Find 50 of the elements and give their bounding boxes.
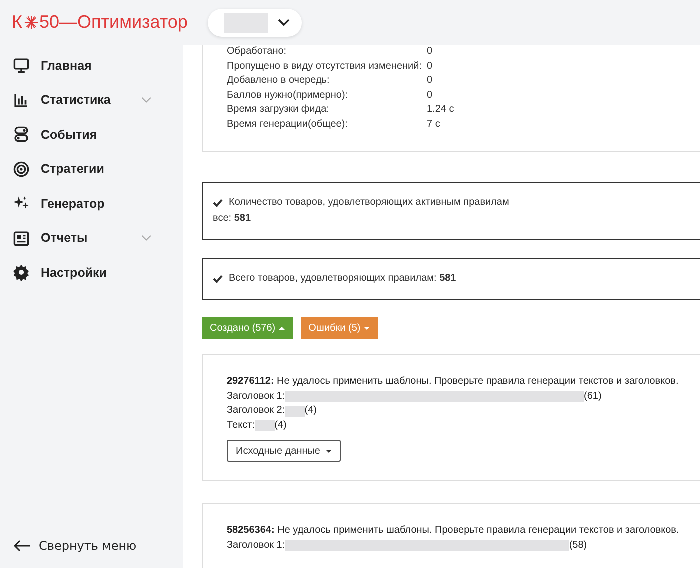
sidebar-item[interactable]: Генератор: [0, 193, 183, 214]
stat-label: Пропущено в виду отсутствия изменений:: [227, 60, 423, 74]
arrow-left-icon: [13, 540, 31, 552]
stat-value: 0: [427, 45, 433, 59]
sidebar-item[interactable]: Главная: [0, 55, 183, 76]
stat-value: 7 с: [427, 118, 440, 132]
char-count: (4): [274, 418, 287, 432]
stat-value: 1.24 с: [427, 103, 454, 117]
check-icon: [213, 199, 223, 207]
field-label: Текст:: [227, 418, 255, 432]
stat-value: 0: [427, 60, 433, 74]
summary-text: Всего товаров, удовлетворяющих правилам: 581: [229, 272, 456, 286]
stat-value: 0: [427, 74, 433, 88]
stat-label: Добавлено в очередь:: [227, 74, 331, 88]
source-data-button[interactable]: Исходные данные: [227, 440, 340, 462]
redacted-value: [285, 406, 305, 417]
summary-text: все: 581: [213, 212, 252, 226]
sidebar-item[interactable]: Статистика: [0, 90, 183, 111]
asterisk-icon: [24, 15, 38, 30]
stat-label: Время генерации(общее):: [227, 118, 349, 132]
logo[interactable]: К 50—Оптимизатор: [12, 12, 188, 33]
error-message: 58256364: Не удалось применить шаблоны. Проверьте правила генерации текстов и заголовков.: [227, 524, 680, 538]
char-count: (4): [304, 404, 317, 418]
toggle-icon: [13, 126, 30, 144]
sidebar-item[interactable]: Стратегии: [0, 158, 183, 180]
sidebar-item[interactable]: Настройки: [0, 262, 183, 284]
chevron-down-icon: [278, 18, 290, 26]
settings-icon: [13, 264, 30, 282]
stat-label: Обработано:: [227, 45, 288, 59]
redacted-value: [254, 420, 275, 432]
monitor-icon: [13, 57, 30, 74]
check-icon: [213, 275, 223, 283]
error-message: 29276112: Не удалось применить шаблоны. Проверьте правила генерации текстов и заголовков.: [227, 375, 680, 389]
field-label: Заголовок 1:: [227, 538, 286, 552]
collapse-menu-link[interactable]: Свернуть меню: [0, 539, 183, 553]
project-dropdown[interactable]: [208, 8, 302, 36]
field-label: Заголовок 2:: [227, 404, 286, 418]
bar-chart-icon: [13, 92, 30, 109]
stat-label: Баллов нужно(примерно):: [227, 88, 350, 102]
sidebar-item[interactable]: События: [0, 124, 183, 146]
stat-label: Время загрузки фида:: [227, 103, 330, 117]
redacted-value: [224, 12, 268, 32]
field-label: Заголовок 1:: [227, 390, 286, 404]
target-icon: [13, 160, 30, 178]
summary-text: Количество товаров, удовлетворяющих активным правилам: [229, 196, 510, 210]
char-count: (61): [584, 390, 602, 404]
document-icon: [13, 230, 30, 247]
char-count: (58): [569, 538, 588, 552]
stat-value: 0: [427, 88, 433, 102]
sidebar-item[interactable]: Отчеты: [0, 228, 183, 249]
